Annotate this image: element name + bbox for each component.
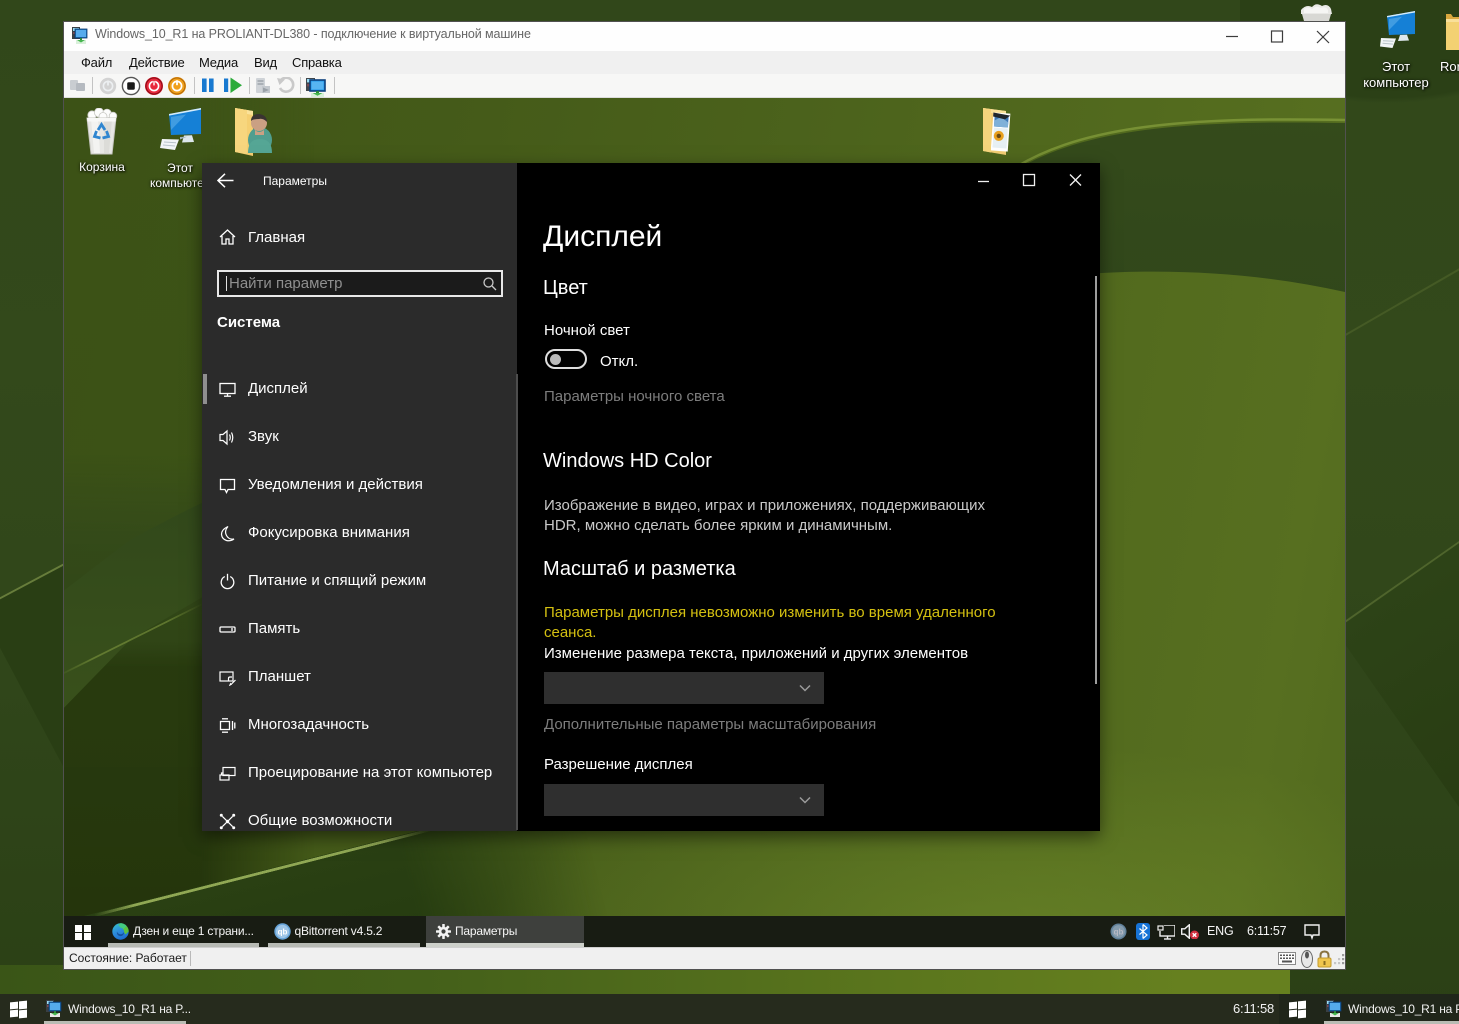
svg-text:qb: qb: [1114, 928, 1124, 937]
svg-text:qb: qb: [277, 928, 287, 937]
